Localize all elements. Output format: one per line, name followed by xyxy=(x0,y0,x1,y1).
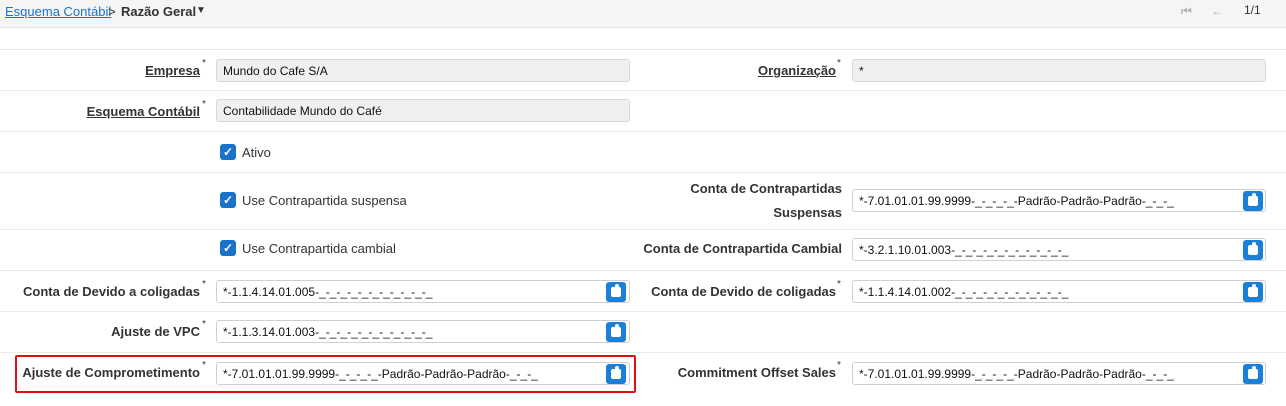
breadcrumb-separator: > xyxy=(108,4,116,19)
form-row-divider xyxy=(0,172,1286,173)
commitment-offset-sales-label: Commitment Offset Sales xyxy=(677,365,836,380)
required-marker: * xyxy=(202,319,206,330)
puzzle-icon[interactable] xyxy=(1243,191,1263,211)
empresa-field[interactable]: Mundo do Cafe S/A xyxy=(216,59,630,82)
breadcrumb-current[interactable]: Razão Geral xyxy=(121,4,196,19)
required-marker: * xyxy=(837,279,841,290)
conta-contrapartida-cambial-label: Conta de Contrapartida Cambial xyxy=(643,241,842,256)
form-row-divider xyxy=(0,49,1286,50)
conta-contrapartida-cambial-field[interactable]: *-3.2.1.10.01.003-_-_-_-_-_-_-_-_-_-_-_ xyxy=(852,238,1266,261)
puzzle-icon[interactable] xyxy=(1243,364,1263,384)
form-row-divider xyxy=(0,352,1286,353)
organizacao-field[interactable]: * xyxy=(852,59,1266,82)
puzzle-icon[interactable] xyxy=(606,322,626,342)
contrapartida-suspensa-checkbox[interactable]: ✓ xyxy=(220,192,236,208)
required-marker: * xyxy=(202,279,206,290)
conta-contrapartidas-suspensas-field[interactable]: *-7.01.01.01.99.9999-_-_-_-_-Padrão-Padr… xyxy=(852,189,1266,212)
commitment-offset-sales-field[interactable]: *-7.01.01.01.99.9999-_-_-_-_-Padrão-Padr… xyxy=(852,362,1266,385)
required-marker: * xyxy=(837,360,841,371)
ativo-checkbox[interactable]: ✓ xyxy=(220,144,236,160)
puzzle-icon[interactable] xyxy=(606,282,626,302)
breadcrumb-parent-link[interactable]: Esquema Contábil xyxy=(5,4,111,19)
conta-devido-a-coligadas-label: Conta de Devido a coligadas xyxy=(23,284,200,299)
first-record-icon[interactable]: ⏮ xyxy=(1181,4,1192,19)
form-row-divider xyxy=(0,90,1286,91)
conta-contrapartidas-suspensas-label-line2: Suspensas xyxy=(773,205,842,220)
ajuste-comprometimento-field[interactable]: *-7.01.01.01.99.9999-_-_-_-_-Padrão-Padr… xyxy=(216,362,630,385)
caret-down-icon[interactable]: ▼ xyxy=(196,5,206,16)
form-row-divider xyxy=(0,131,1286,132)
contrapartida-suspensa-label: Use Contrapartida suspensa xyxy=(242,193,407,208)
esquema-contabil-label[interactable]: Esquema Contábil xyxy=(87,104,200,119)
conta-contrapartidas-suspensas-label-line1: Conta de Contrapartidas xyxy=(690,181,842,196)
contrapartida-cambial-label: Use Contrapartida cambial xyxy=(242,241,396,256)
form-row-divider xyxy=(0,229,1286,230)
required-marker: * xyxy=(202,58,206,69)
ajuste-comprometimento-label: Ajuste de Comprometimento xyxy=(22,365,200,380)
puzzle-icon[interactable] xyxy=(1243,282,1263,302)
form-row-divider xyxy=(0,270,1286,271)
organizacao-label[interactable]: Organização xyxy=(758,63,836,78)
conta-devido-de-coligadas-field[interactable]: *-1.1.4.14.01.002-_-_-_-_-_-_-_-_-_-_-_ xyxy=(852,280,1266,303)
ajuste-vpc-label: Ajuste de VPC xyxy=(111,324,200,339)
form-row-divider xyxy=(0,311,1286,312)
esquema-contabil-field[interactable]: Contabilidade Mundo do Café xyxy=(216,99,630,122)
ativo-label: Ativo xyxy=(242,145,271,160)
record-count: 1/1 xyxy=(1244,3,1261,17)
empresa-label[interactable]: Empresa xyxy=(145,63,200,78)
required-marker: * xyxy=(202,99,206,110)
ajuste-vpc-field[interactable]: *-1.1.3.14.01.003-_-_-_-_-_-_-_-_-_-_-_ xyxy=(216,320,630,343)
puzzle-icon[interactable] xyxy=(606,364,626,384)
puzzle-icon[interactable] xyxy=(1243,240,1263,260)
required-marker: * xyxy=(202,360,206,371)
required-marker: * xyxy=(837,58,841,69)
toolbar: Esquema Contábil > Razão Geral ▼ ⏮ ← 1/1 xyxy=(0,0,1286,28)
contrapartida-cambial-checkbox[interactable]: ✓ xyxy=(220,240,236,256)
conta-devido-a-coligadas-field[interactable]: *-1.1.4.14.01.005-_-_-_-_-_-_-_-_-_-_-_ xyxy=(216,280,630,303)
conta-devido-de-coligadas-label: Conta de Devido de coligadas xyxy=(651,284,836,299)
previous-record-icon[interactable]: ← xyxy=(1211,4,1223,18)
